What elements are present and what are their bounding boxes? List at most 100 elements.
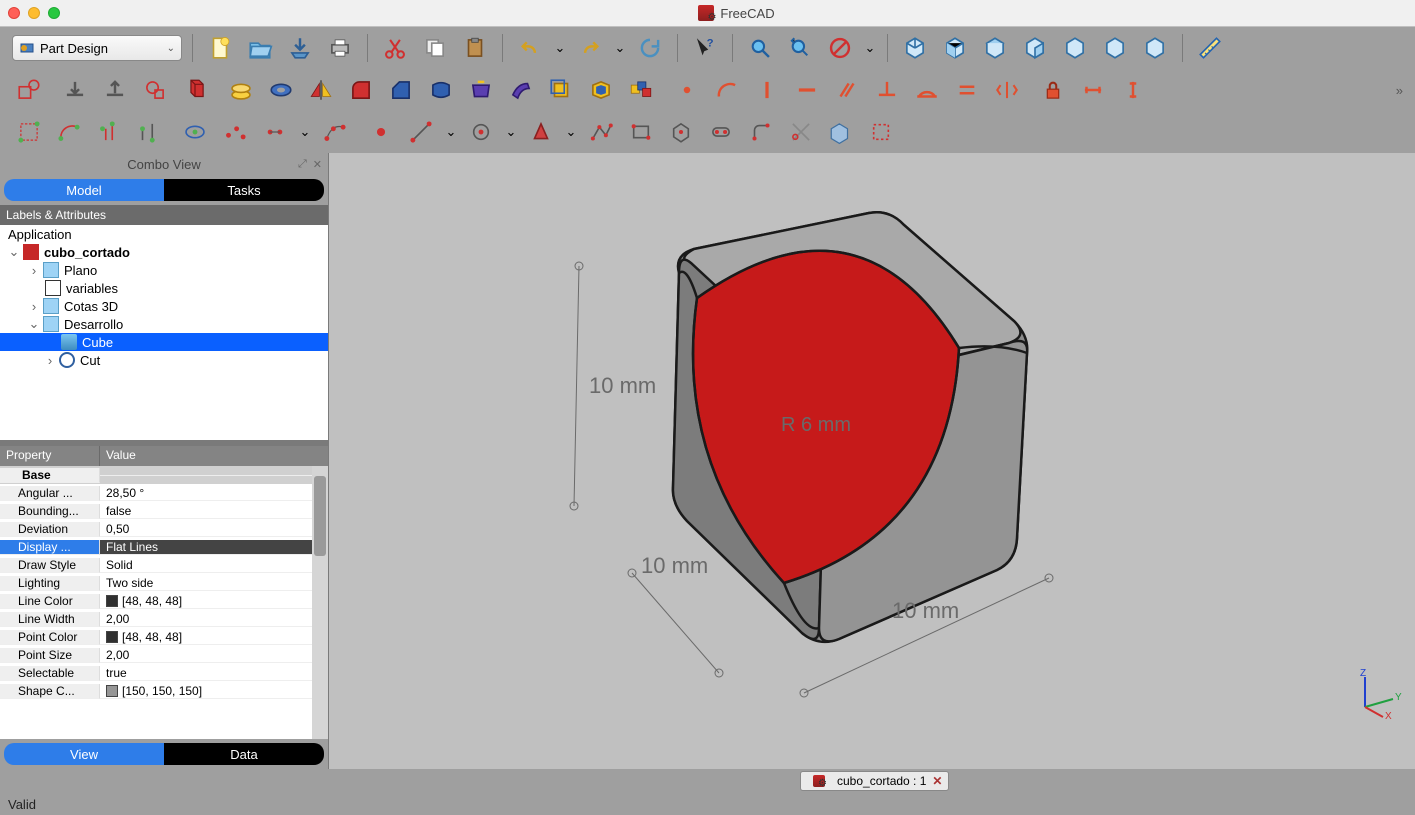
compound-button[interactable] [624,74,658,106]
close-tab-icon[interactable]: ✕ [932,774,942,788]
sketch-line-dropdown[interactable]: ⌄ [444,124,458,140]
revolve-button[interactable] [264,74,298,106]
close-button[interactable] [8,7,20,19]
measure-button[interactable] [1193,32,1227,64]
draw-style-button[interactable] [823,32,857,64]
new-file-button[interactable] [203,32,237,64]
import-button[interactable] [58,74,92,106]
tree-item-desarrollo[interactable]: Desarrollo [62,317,123,332]
sketch-arc-button[interactable] [52,116,86,148]
tree-item-cube[interactable]: Cube [80,335,113,350]
box-primitive-button[interactable] [178,74,212,106]
view-bottom-button[interactable] [1098,32,1132,64]
constraint-point-button[interactable] [670,74,704,106]
constraint-perpendicular-button[interactable] [870,74,904,106]
tree-item-doc[interactable]: cubo_cortado [42,245,130,260]
panel-expand-icon[interactable]: ⤢ [298,158,307,171]
tab-tasks[interactable]: Tasks [164,179,324,201]
chamfer-button[interactable] [384,74,418,106]
constraint-distance-v-button[interactable] [1116,74,1150,106]
sketch-fillet-button[interactable] [744,116,778,148]
constraint-horizontal-button[interactable] [790,74,824,106]
sketch-circle-button[interactable] [92,116,126,148]
undo-button[interactable] [513,32,547,64]
offset-button[interactable] [544,74,578,106]
constraint-equal-button[interactable] [950,74,984,106]
whats-this-button[interactable]: ? [688,32,722,64]
open-file-button[interactable] [243,32,277,64]
view-iso-button[interactable] [898,32,932,64]
document-tab[interactable]: cubo_cortado : 1 ✕ [800,771,949,791]
prop-angular[interactable]: Angular ... [0,486,100,501]
constraint-tangent-button[interactable] [910,74,944,106]
redo-dropdown[interactable]: ⌄ [613,40,627,56]
tree-item-plano[interactable]: Plano [62,263,97,278]
tab-model[interactable]: Model [4,179,164,201]
panel-close-icon[interactable]: ✕ [313,158,322,171]
constraint-symmetric-button[interactable] [990,74,1024,106]
sketch-construction-button[interactable] [864,116,898,148]
paste-button[interactable] [458,32,492,64]
undo-dropdown[interactable]: ⌄ [553,40,567,56]
export-button[interactable] [98,74,132,106]
prop-shapecolor[interactable]: Shape C... [0,684,100,699]
disclosure-icon[interactable]: › [28,263,40,278]
loft-button[interactable] [464,74,498,106]
tree-item-cut[interactable]: Cut [78,353,100,368]
axis-gizmo[interactable]: Z Y X [1353,669,1403,719]
copy-button[interactable] [418,32,452,64]
view-front-button[interactable] [938,32,972,64]
fillet-button[interactable] [344,74,378,106]
draw-style-dropdown[interactable]: ⌄ [863,40,877,56]
zoom-fit-button[interactable] [743,32,777,64]
shape-from-mesh-button[interactable] [138,74,172,106]
prop-deviation[interactable]: Deviation [0,522,100,537]
workbench-selector[interactable]: Part Design ⌄ [12,35,182,61]
scrollbar[interactable] [312,466,328,739]
sketch-line-button[interactable] [12,116,46,148]
sweep-button[interactable] [504,74,538,106]
tree-view[interactable]: Application ⌄cubo_cortado ›Plano variabl… [0,225,328,440]
sketch-polyline-button[interactable] [218,116,252,148]
zoom-selection-button[interactable] [783,32,817,64]
view-rear-button[interactable] [1058,32,1092,64]
sketch-slot-button[interactable] [258,116,292,148]
sketch-circle-dropdown[interactable]: ⌄ [504,124,518,140]
constraint-vertical-button[interactable] [750,74,784,106]
sketch-spline-button[interactable] [318,116,352,148]
tree-item-cotas[interactable]: Cotas 3D [62,299,118,314]
sketch-button[interactable] [12,74,46,106]
refresh-button[interactable] [633,32,667,64]
sketch-point-button[interactable] [364,116,398,148]
view-left-button[interactable] [1138,32,1172,64]
prop-pointsize[interactable]: Point Size [0,648,100,663]
prop-pointcolor[interactable]: Point Color [0,630,100,645]
prop-selectable[interactable]: Selectable [0,666,100,681]
sketch-slot2-button[interactable] [704,116,738,148]
save-button[interactable] [283,32,317,64]
sketch-cone-dropdown[interactable]: ⌄ [564,124,578,140]
toolbar-overflow-icon[interactable]: » [1396,83,1403,98]
disclosure-icon[interactable]: › [28,299,40,314]
thickness-button[interactable] [584,74,618,106]
sketch-ellipse-button[interactable] [178,116,212,148]
extrude-button[interactable] [224,74,258,106]
minimize-button[interactable] [28,7,40,19]
sketch-polyline2-button[interactable] [584,116,618,148]
prop-lighting[interactable]: Lighting [0,576,100,591]
tab-data[interactable]: Data [164,743,324,765]
sketch-rect2-button[interactable] [624,116,658,148]
disclosure-icon[interactable]: › [44,353,56,368]
constraint-parallel-button[interactable] [830,74,864,106]
prop-linewidth[interactable]: Line Width [0,612,100,627]
sketch-external-button[interactable] [824,116,858,148]
view-right-button[interactable] [1018,32,1052,64]
constraint-distance-h-button[interactable] [1076,74,1110,106]
sketch-circle2-button[interactable] [464,116,498,148]
prop-bounding[interactable]: Bounding... [0,504,100,519]
cut-button[interactable] [378,32,412,64]
tree-item-variables[interactable]: variables [64,281,118,296]
sketch-trim-button[interactable] [784,116,818,148]
tab-view[interactable]: View [4,743,164,765]
sketch-cone-button[interactable] [524,116,558,148]
